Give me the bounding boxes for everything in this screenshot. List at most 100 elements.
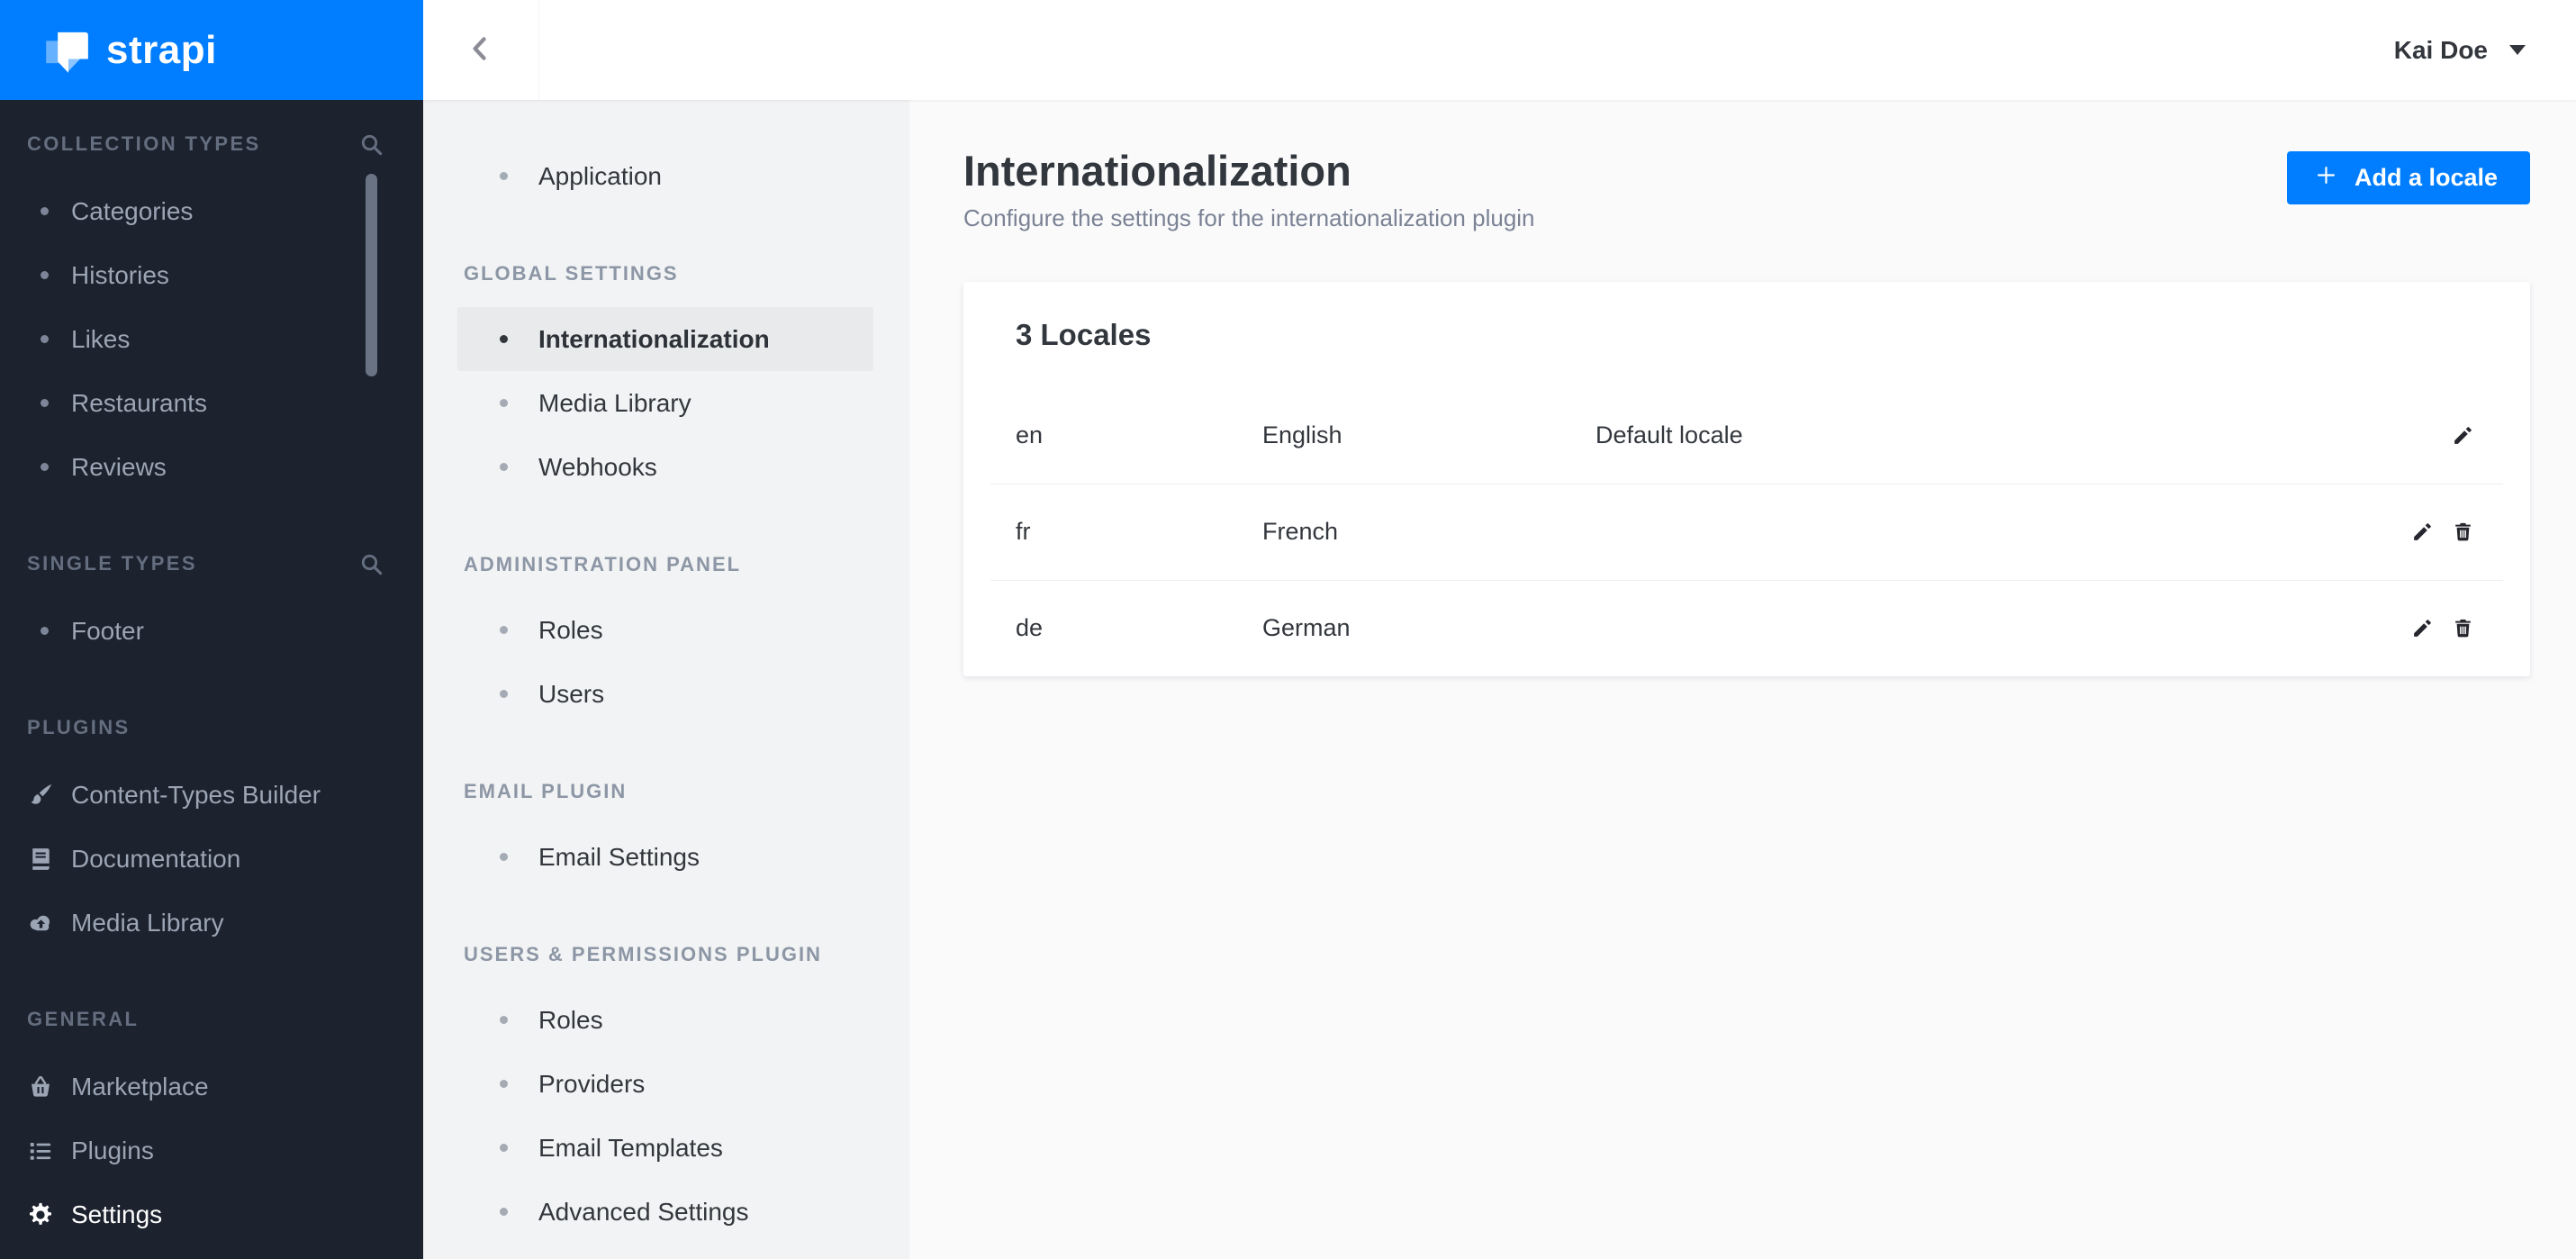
brush-icon: [25, 780, 56, 811]
settings-nav-label: Roles: [538, 615, 603, 644]
sidebar-item-categories[interactable]: Categories: [0, 179, 423, 243]
sidebar-item-label: Content-Types Builder: [71, 780, 321, 809]
settings-nav-label: Roles: [538, 1005, 603, 1034]
bullet-icon: [41, 207, 49, 215]
settings-group-title: GLOBAL SETTINGS: [464, 262, 679, 285]
settings-nav-label: Media Library: [538, 388, 691, 417]
sidebar-item-documentation[interactable]: Documentation: [0, 827, 423, 891]
edit-pencil-icon[interactable]: [2452, 424, 2474, 447]
bullet-icon: [41, 399, 49, 407]
locale-row-de: de German: [963, 580, 2530, 676]
locale-code: en: [1016, 421, 1044, 448]
edit-pencil-icon[interactable]: [2411, 521, 2434, 543]
bullet-icon: [500, 399, 508, 407]
section-title: COLLECTION TYPES: [27, 132, 261, 155]
book-icon: [25, 844, 56, 874]
settings-nav-item-up-providers[interactable]: Providers: [457, 1052, 873, 1116]
settings-nav-item-admin-roles[interactable]: Roles: [457, 598, 873, 662]
sidebar-section-collection-types: COLLECTION TYPES Categories Histories Li…: [0, 131, 423, 499]
sidebar-section-single-types: SINGLE TYPES Footer: [0, 550, 423, 663]
settings-nav-item-application[interactable]: Application: [457, 144, 873, 208]
bullet-icon: [500, 1016, 508, 1024]
sidebar-section-plugins: PLUGINS Content-Types Builder Documentat…: [0, 714, 423, 955]
settings-nav-item-admin-users[interactable]: Users: [457, 662, 873, 726]
settings-nav-item-webhooks[interactable]: Webhooks: [457, 435, 873, 499]
gear-icon: [25, 1200, 56, 1230]
sidebar-section-general: GENERAL Marketplace Plugins Settings: [0, 1006, 423, 1246]
plus-icon: [2314, 163, 2338, 194]
locale-row-fr: fr French: [963, 484, 2530, 580]
back-button[interactable]: [423, 0, 539, 100]
list-icon: [25, 1136, 56, 1166]
sidebar-item-footer[interactable]: Footer: [0, 599, 423, 663]
row-actions: [2411, 617, 2474, 639]
add-locale-button[interactable]: Add a locale: [2286, 151, 2530, 204]
bullet-icon: [500, 1080, 508, 1088]
strapi-logo-icon: [45, 28, 92, 73]
sidebar-item-reviews[interactable]: Reviews: [0, 435, 423, 499]
delete-trash-icon[interactable]: [2452, 617, 2474, 639]
settings-nav-label: Internationalization: [538, 324, 770, 353]
bullet-icon: [500, 690, 508, 698]
settings-group-title: ADMINISTRATION PANEL: [464, 553, 742, 575]
sidebar-item-marketplace[interactable]: Marketplace: [0, 1055, 423, 1119]
delete-trash-icon[interactable]: [2452, 521, 2474, 543]
sidebar-item-content-types-builder[interactable]: Content-Types Builder: [0, 763, 423, 827]
row-actions: [2452, 424, 2474, 447]
section-title: PLUGINS: [27, 716, 131, 738]
settings-nav-label: Advanced Settings: [538, 1197, 749, 1226]
search-icon[interactable]: [359, 552, 384, 576]
sidebar-item-restaurants[interactable]: Restaurants: [0, 371, 423, 435]
locale-name: French: [1262, 518, 1339, 545]
brand-name: strapi: [106, 27, 217, 72]
locale-code: de: [1016, 614, 1044, 641]
settings-nav-item-up-roles[interactable]: Roles: [457, 988, 873, 1052]
sidebar-item-label: Documentation: [71, 844, 241, 873]
settings-nav-item-up-email-templates[interactable]: Email Templates: [457, 1116, 873, 1180]
settings-nav-item-internationalization[interactable]: Internationalization: [457, 307, 873, 371]
sidebar-scrollbar-thumb[interactable]: [366, 174, 377, 376]
locale-code: fr: [1016, 518, 1031, 545]
page-subtitle: Configure the settings for the internati…: [963, 204, 1535, 231]
settings-nav-label: Email Templates: [538, 1133, 723, 1162]
sidebar-item-plugins[interactable]: Plugins: [0, 1119, 423, 1182]
bullet-icon: [500, 626, 508, 634]
settings-nav-item-media-library[interactable]: Media Library: [457, 371, 873, 435]
search-icon[interactable]: [359, 132, 384, 157]
locale-row-en: en English Default locale: [963, 387, 2530, 484]
caret-down-icon: [2509, 45, 2526, 55]
row-actions: [2411, 521, 2474, 543]
bullet-icon: [41, 463, 49, 471]
settings-nav-item-up-advanced-settings[interactable]: Advanced Settings: [457, 1180, 873, 1244]
user-menu[interactable]: Kai Doe: [2394, 0, 2526, 100]
sidebar-item-label: Reviews: [71, 452, 167, 481]
main-content: Internationalization Configure the setti…: [909, 100, 2576, 1259]
bullet-icon: [500, 1144, 508, 1152]
edit-pencil-icon[interactable]: [2411, 617, 2434, 639]
locale-name: English: [1262, 421, 1342, 448]
bullet-icon: [500, 1208, 508, 1216]
sidebar-item-media-library[interactable]: Media Library: [0, 891, 423, 955]
settings-nav-item-email-settings[interactable]: Email Settings: [457, 825, 873, 889]
settings-nav-label: Providers: [538, 1069, 646, 1098]
sidebar-item-label: Media Library: [71, 908, 224, 937]
sidebar-item-label: Histories: [71, 260, 169, 289]
locales-card: 3 Locales en English Default locale fr F…: [963, 282, 2530, 676]
settings-sidebar: Application GLOBAL SETTINGS Internationa…: [423, 100, 909, 1259]
user-name: Kai Doe: [2393, 35, 2488, 64]
sidebar-item-label: Likes: [71, 324, 131, 353]
settings-group-title: USERS & PERMISSIONS PLUGIN: [464, 943, 822, 965]
topbar: Kai Doe: [423, 0, 2576, 100]
chevron-left-icon: [465, 33, 496, 67]
bullet-icon: [41, 271, 49, 279]
strapi-admin-app: strapi COLLECTION TYPES Categories Histo…: [0, 0, 2576, 1259]
sidebar-item-label: Categories: [71, 196, 194, 225]
sidebar-item-histories[interactable]: Histories: [0, 243, 423, 307]
strapi-logo[interactable]: strapi: [0, 0, 423, 100]
basket-icon: [25, 1072, 56, 1102]
sidebar-item-likes[interactable]: Likes: [0, 307, 423, 371]
section-title: SINGLE TYPES: [27, 552, 197, 575]
locale-name: German: [1262, 614, 1351, 641]
bullet-icon: [41, 335, 49, 343]
sidebar-item-settings[interactable]: Settings: [0, 1182, 423, 1246]
